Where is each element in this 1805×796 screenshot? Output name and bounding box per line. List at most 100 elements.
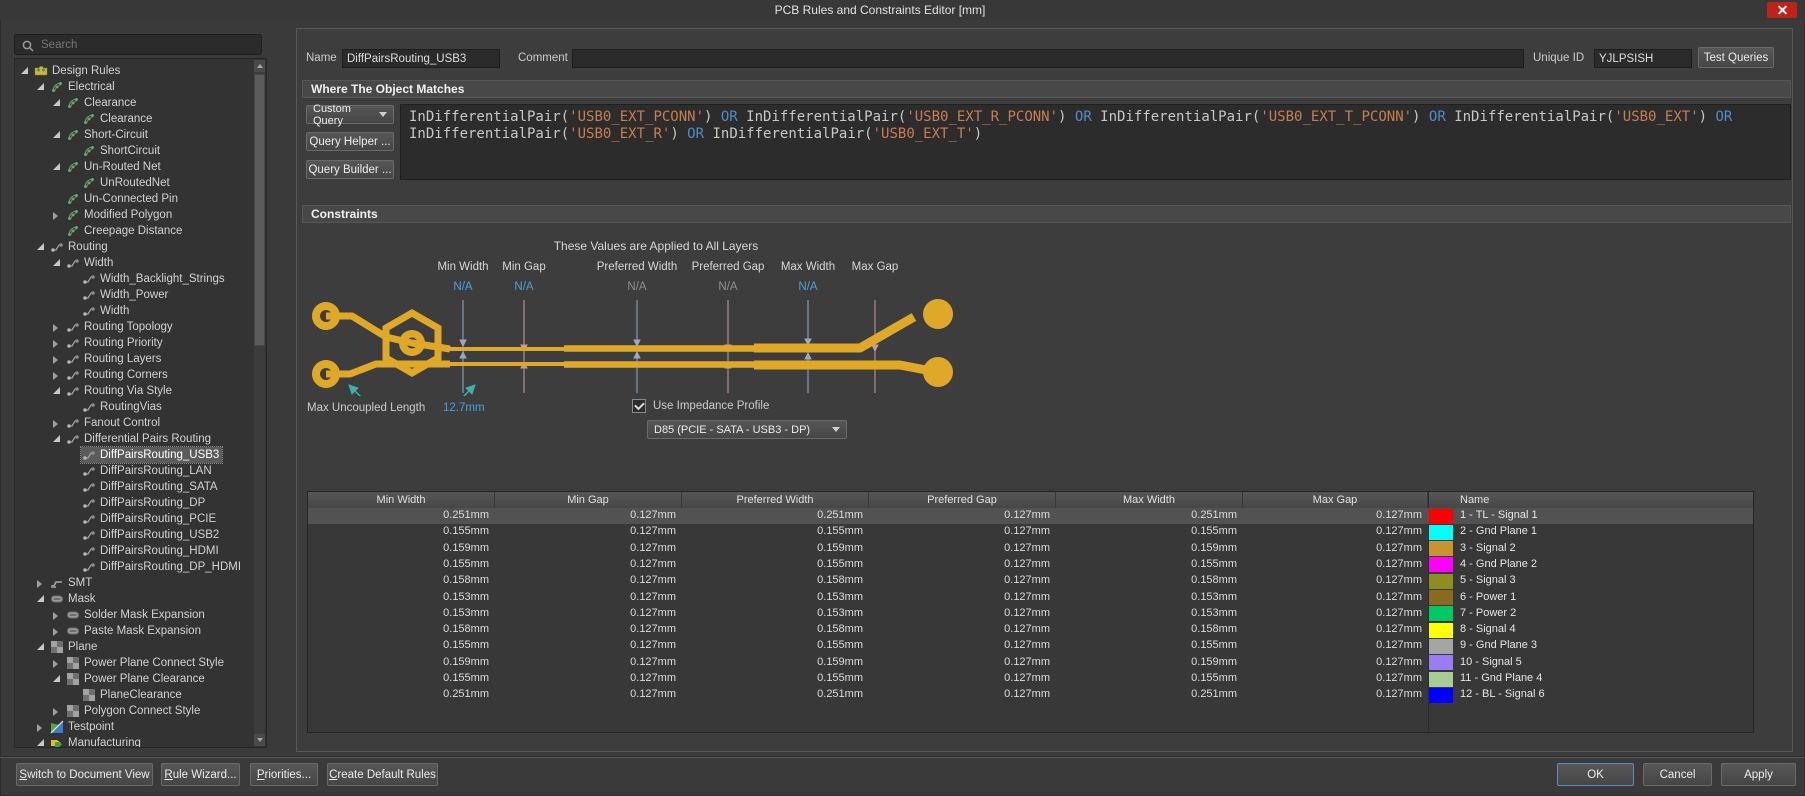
apply-button[interactable]: Apply xyxy=(1721,763,1796,786)
scrollbar-thumb[interactable] xyxy=(254,74,265,346)
query-type-dropdown[interactable]: Custom Query xyxy=(306,105,394,124)
unique-id-input[interactable] xyxy=(1594,49,1692,68)
expand-arrow[interactable] xyxy=(53,340,58,348)
tree-item-un-connected-pin[interactable]: Un-Connected Pin xyxy=(15,191,266,207)
tree-item-un-routed-net[interactable]: Un-Routed Net xyxy=(15,159,266,175)
dimension-value[interactable]: N/A xyxy=(453,281,472,293)
tree-item-diffpairsrouting-lan[interactable]: DiffPairsRouting_LAN xyxy=(15,463,266,479)
table-row[interactable]: 0.153mm0.127mm0.153mm0.127mm0.153mm0.127… xyxy=(308,606,1753,622)
tree-item-design-rules[interactable]: Design Rules xyxy=(15,63,266,79)
query-helper-button[interactable]: Query Helper ... xyxy=(306,132,394,151)
tree-item-planeclearance[interactable]: PlaneClearance xyxy=(15,687,266,703)
expand-arrow[interactable] xyxy=(53,628,58,636)
tree-scrollbar[interactable] xyxy=(254,60,265,746)
rule-name-input[interactable] xyxy=(342,49,500,68)
tree-item-paste-mask-expansion[interactable]: Paste Mask Expansion xyxy=(15,623,266,639)
tree-item-width-power[interactable]: Width_Power xyxy=(15,287,266,303)
query-expression-editor[interactable]: InDifferentialPair('USB0_EXT_PCONN') OR … xyxy=(400,104,1791,180)
table-row[interactable]: 0.158mm0.127mm0.158mm0.127mm0.158mm0.127… xyxy=(308,622,1753,638)
expand-arrow[interactable] xyxy=(53,356,58,364)
tree-item-clearance[interactable]: Clearance xyxy=(15,111,266,127)
expand-arrow[interactable] xyxy=(53,435,60,442)
close-icon[interactable] xyxy=(1767,2,1797,18)
tree-item-creepage-distance[interactable]: Creepage Distance xyxy=(15,223,266,239)
tree-item-fanout-control[interactable]: Fanout Control xyxy=(15,415,266,431)
tree-item-routing-priority[interactable]: Routing Priority xyxy=(15,335,266,351)
tree-item-testpoint[interactable]: Testpoint xyxy=(15,719,266,735)
tree-item-routing[interactable]: Routing xyxy=(15,239,266,255)
tree-item-clearance[interactable]: Clearance xyxy=(15,95,266,111)
tree-item-shortcircuit[interactable]: ShortCircuit xyxy=(15,143,266,159)
table-row[interactable]: 0.251mm0.127mm0.251mm0.127mm0.251mm0.127… xyxy=(308,687,1753,703)
rule-wizard-button[interactable]: Rule Wizard... xyxy=(161,763,240,786)
dimension-value[interactable]: N/A xyxy=(514,281,533,293)
column-header-preferred-gap[interactable]: Preferred Gap xyxy=(869,492,1056,508)
cancel-button[interactable]: Cancel xyxy=(1643,763,1712,786)
dimension-value[interactable]: N/A xyxy=(798,281,817,293)
expand-arrow[interactable] xyxy=(21,67,28,74)
tree-item-routing-via-style[interactable]: Routing Via Style xyxy=(15,383,266,399)
search-input-container[interactable] xyxy=(14,34,262,55)
create-default-rules-button[interactable]: Create Default Rules xyxy=(327,763,438,786)
expand-arrow[interactable] xyxy=(53,99,60,106)
tree-item-modified-polygon[interactable]: Modified Polygon xyxy=(15,207,266,223)
tree-item-power-plane-connect-style[interactable]: Power Plane Connect Style xyxy=(15,655,266,671)
expand-arrow[interactable] xyxy=(37,739,44,746)
table-row[interactable]: 0.158mm0.127mm0.158mm0.127mm0.158mm0.127… xyxy=(308,573,1753,589)
tree-item-power-plane-clearance[interactable]: Power Plane Clearance xyxy=(15,671,266,687)
tree-item-width[interactable]: Width xyxy=(15,303,266,319)
query-builder-button[interactable]: Query Builder ... xyxy=(306,160,394,179)
column-header-max-gap[interactable]: Max Gap xyxy=(1243,492,1428,508)
table-row[interactable]: 0.155mm0.127mm0.155mm0.127mm0.155mm0.127… xyxy=(308,524,1753,540)
table-row[interactable]: 0.155mm0.127mm0.155mm0.127mm0.155mm0.127… xyxy=(308,638,1753,654)
tree-item-routing-corners[interactable]: Routing Corners xyxy=(15,367,266,383)
table-row[interactable]: 0.153mm0.127mm0.153mm0.127mm0.153mm0.127… xyxy=(308,590,1753,606)
table-row[interactable]: 0.159mm0.127mm0.159mm0.127mm0.159mm0.127… xyxy=(308,655,1753,671)
tree-item-routingvias[interactable]: RoutingVias xyxy=(15,399,266,415)
expand-arrow[interactable] xyxy=(53,675,60,682)
column-header-preferred-width[interactable]: Preferred Width xyxy=(682,492,869,508)
tree-item-electrical[interactable]: Electrical xyxy=(15,79,266,95)
expand-arrow[interactable] xyxy=(37,724,42,732)
tree-item-differential-pairs-routing[interactable]: Differential Pairs Routing xyxy=(15,431,266,447)
expand-arrow[interactable] xyxy=(53,708,58,716)
column-header-name[interactable]: Name xyxy=(1428,492,1753,508)
tree-item-diffpairsrouting-usb3[interactable]: DiffPairsRouting_USB3 xyxy=(15,447,266,463)
use-impedance-profile-checkbox[interactable] xyxy=(632,399,646,413)
expand-arrow[interactable] xyxy=(53,387,60,394)
expand-arrow[interactable] xyxy=(53,212,58,220)
tree-item-mask[interactable]: Mask xyxy=(15,591,266,607)
test-queries-button[interactable]: Test Queries xyxy=(1698,47,1774,68)
max-uncoupled-length-value[interactable]: 12.7mm xyxy=(443,402,485,414)
switch-to-document-view-button[interactable]: Switch to Document View xyxy=(16,763,153,786)
expand-arrow[interactable] xyxy=(53,131,60,138)
expand-arrow[interactable] xyxy=(53,372,58,380)
table-row[interactable]: 0.159mm0.127mm0.159mm0.127mm0.159mm0.127… xyxy=(308,541,1753,557)
tree-item-solder-mask-expansion[interactable]: Solder Mask Expansion xyxy=(15,607,266,623)
search-input[interactable] xyxy=(39,38,243,52)
expand-arrow[interactable] xyxy=(37,243,44,250)
ok-button[interactable]: OK xyxy=(1557,763,1634,786)
tree-item-diffpairsrouting-dp-hdmi[interactable]: DiffPairsRouting_DP_HDMI xyxy=(15,559,266,575)
tree-item-routing-topology[interactable]: Routing Topology xyxy=(15,319,266,335)
tree-item-width-backlight-strings[interactable]: Width_Backlight_Strings xyxy=(15,271,266,287)
tree-item-polygon-connect-style[interactable]: Polygon Connect Style xyxy=(15,703,266,719)
tree-item-diffpairsrouting-hdmi[interactable]: DiffPairsRouting_HDMI xyxy=(15,543,266,559)
expand-arrow[interactable] xyxy=(37,83,44,90)
tree-item-unroutednet[interactable]: UnRoutedNet xyxy=(15,175,266,191)
expand-arrow[interactable] xyxy=(37,595,44,602)
scroll-down-icon[interactable] xyxy=(254,734,265,746)
comment-input[interactable] xyxy=(572,49,1524,68)
expand-arrow[interactable] xyxy=(53,163,60,170)
expand-arrow[interactable] xyxy=(53,612,58,620)
expand-arrow[interactable] xyxy=(37,580,42,588)
column-header-min-width[interactable]: Min Width xyxy=(308,492,495,508)
table-row[interactable]: 0.251mm0.127mm0.251mm0.127mm0.251mm0.127… xyxy=(308,508,1753,524)
tree-item-plane[interactable]: Plane xyxy=(15,639,266,655)
tree-item-smt[interactable]: SMT xyxy=(15,575,266,591)
expand-arrow[interactable] xyxy=(37,643,44,650)
dimension-value[interactable]: N/A xyxy=(718,281,737,293)
tree-item-manufacturing[interactable]: Manufacturing xyxy=(15,735,266,748)
impedance-profile-dropdown[interactable]: D85 (PCIE - SATA - USB3 - DP) xyxy=(647,420,847,439)
tree-item-diffpairsrouting-sata[interactable]: DiffPairsRouting_SATA xyxy=(15,479,266,495)
